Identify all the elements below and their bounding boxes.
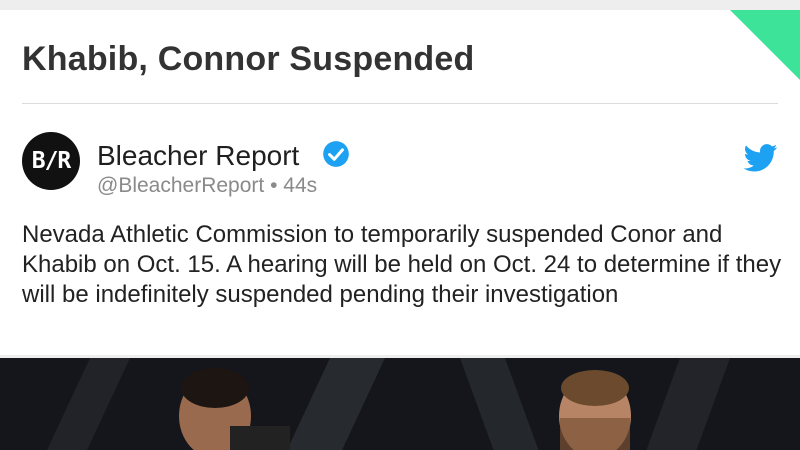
accent-corner <box>730 10 800 80</box>
author-name[interactable]: Bleacher Report <box>97 140 299 172</box>
verified-badge-icon <box>323 141 349 167</box>
fighters-image <box>0 358 800 450</box>
tweet-text: Nevada Athletic Commission to temporaril… <box>22 221 782 308</box>
author-meta: @BleacherReport • 44s <box>97 174 317 198</box>
fight-photo[interactable] <box>0 358 800 450</box>
tweet-header: B/R Bleacher Report @BleacherReport • 44… <box>22 132 782 202</box>
article-headline: Khabib, Connor Suspended <box>22 40 475 78</box>
author-handle[interactable]: @BleacherReport <box>97 174 264 197</box>
avatar[interactable]: B/R <box>22 132 80 190</box>
meta-separator: • <box>270 174 278 197</box>
divider <box>22 103 778 104</box>
twitter-bird-icon[interactable] <box>744 144 778 172</box>
tweet-timestamp[interactable]: 44s <box>283 174 317 197</box>
article-card: Khabib, Connor Suspended B/R Bleacher Re… <box>0 10 800 355</box>
